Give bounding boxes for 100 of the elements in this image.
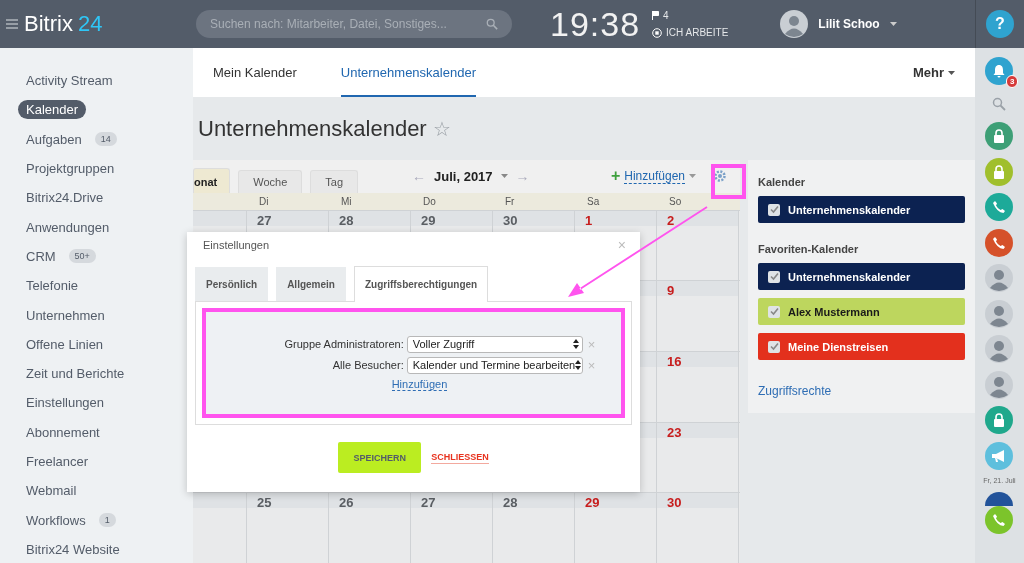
view-tab[interactable]: onat (193, 167, 231, 193)
day-cell[interactable]: 9 (657, 281, 739, 351)
date-number[interactable]: 9 (657, 283, 675, 299)
phone-icon[interactable] (985, 193, 1014, 221)
user-name[interactable]: Lilit Schoo (818, 17, 880, 31)
checkbox[interactable] (768, 203, 780, 216)
date-number[interactable]: 27 (411, 495, 436, 511)
search-field[interactable]: Suchen nach: Mitarbeiter, Datei, Sonstiges... (196, 10, 512, 38)
updown-arrows-icon (572, 339, 579, 349)
search-icon[interactable] (992, 96, 1007, 111)
day-cell[interactable]: 2 (657, 210, 739, 281)
save-button[interactable]: SPEICHERN (338, 442, 422, 473)
sidebar-item[interactable]: Bitrix24.Drive (18, 188, 112, 208)
field-label: Alle Besucher: (331, 359, 404, 371)
add-link[interactable]: Hinzufügen (624, 168, 685, 184)
access-rights-link[interactable]: Zugriffsrechte (758, 384, 832, 398)
day-cell[interactable]: 29 (575, 493, 657, 563)
date-number[interactable]: 29 (575, 495, 600, 511)
date-number[interactable]: 23 (657, 424, 682, 440)
date-number[interactable]: 29 (411, 212, 436, 228)
calendar-entry[interactable]: Alex Mustermann (758, 298, 965, 325)
tab[interactable]: Mein Kalender (213, 48, 297, 97)
weekday-label: Mi (340, 194, 353, 209)
sidebar-item[interactable]: Projektgruppen (18, 159, 123, 179)
checkbox[interactable] (768, 305, 780, 318)
dialog-tab[interactable]: Zugriffsberechtigungen (353, 266, 489, 302)
dialog-title: Einstellungen (203, 239, 270, 251)
sidebar-item[interactable]: Zeit und Berichte (18, 364, 133, 384)
plus-sign[interactable]: + (610, 167, 621, 186)
menu-icon[interactable] (6, 19, 18, 29)
day-cell[interactable]: 28 (493, 493, 575, 563)
caret-icon[interactable] (689, 174, 696, 179)
access-select[interactable]: Kalender und Termine bearbeiten (406, 356, 583, 374)
avatar-icon[interactable] (985, 299, 1014, 328)
day-cell[interactable]: 25 (247, 493, 329, 563)
date-number[interactable]: 16 (657, 354, 682, 369)
date-number[interactable]: 28 (329, 212, 354, 228)
lock-icon[interactable] (985, 157, 1014, 186)
calendar-entry[interactable]: Unternehmenskalender (758, 263, 965, 290)
phone-icon[interactable] (985, 228, 1014, 257)
checkbox[interactable] (768, 270, 780, 283)
lock-icon[interactable] (985, 406, 1014, 434)
sidebar-item[interactable]: Bitrix24 Website (18, 539, 128, 559)
field-label: Gruppe Administratoren: (283, 338, 404, 350)
sidebar-item[interactable]: Telefonie (18, 276, 87, 296)
logo-icon[interactable] (985, 491, 1014, 506)
checkbox[interactable] (768, 340, 780, 353)
help-button[interactable]: ? (986, 10, 1014, 38)
day-cell[interactable]: 23 (657, 422, 739, 493)
avatar-icon[interactable] (780, 10, 809, 38)
day-cell[interactable]: 27 (411, 493, 493, 563)
close-link[interactable]: SCHLIESSEN (431, 451, 489, 464)
lock-icon[interactable] (985, 122, 1014, 150)
month-selector[interactable]: Juli, 2017 (434, 168, 493, 184)
day-cell[interactable] (193, 493, 247, 563)
dialog-tab[interactable]: Persönlich (195, 267, 269, 301)
dialog-tab[interactable]: Allgemein (276, 267, 346, 301)
work-status[interactable]: ICH ARBEITE (666, 27, 729, 38)
day-cell[interactable]: 16 (657, 352, 739, 422)
sidebar-item[interactable]: Anwendungen (18, 217, 118, 237)
sidebar-item[interactable]: Workflows (18, 510, 94, 530)
notification-badge: 3 (1006, 75, 1019, 88)
sidebar-item[interactable]: Kalender (18, 100, 87, 120)
sidebar-item[interactable]: Freelancer (18, 452, 97, 471)
avatar-icon[interactable] (985, 335, 1014, 363)
avatar-icon[interactable] (985, 370, 1014, 399)
sidebar-item[interactable]: Unternehmen (18, 305, 113, 325)
sidebar-item[interactable]: Webmail (18, 481, 85, 501)
caret-icon[interactable] (500, 174, 508, 179)
calendar-entry[interactable]: Meine Dienstreisen (758, 333, 965, 360)
weekday-label: Di (258, 194, 270, 209)
bell-icon (992, 64, 1007, 78)
date-number[interactable]: 1 (575, 212, 593, 228)
avatar-icon[interactable] (985, 264, 1014, 292)
sidebar-item[interactable]: Activity Stream (18, 71, 121, 91)
day-cell[interactable]: 30 (657, 493, 739, 563)
date-number[interactable]: 2 (657, 212, 675, 228)
add-link[interactable]: Hinzufügen (391, 377, 448, 391)
count-badge: 50+ (68, 249, 96, 264)
sidebar-item[interactable]: Aufgaben (18, 129, 90, 149)
view-tab[interactable]: Woche (238, 169, 303, 193)
megaphone-icon[interactable] (985, 441, 1014, 470)
sidebar-item[interactable]: CRM (18, 246, 64, 266)
date-number[interactable]: 28 (493, 495, 518, 511)
access-select[interactable]: Voller Zugriff (406, 335, 583, 353)
more-menu[interactable]: Mehr (912, 48, 955, 97)
tab[interactable]: Unternehmenskalender (340, 48, 476, 97)
sidebar-item[interactable]: Offene Linien (18, 334, 112, 354)
date-number[interactable]: 25 (247, 495, 272, 511)
stop-icon[interactable] (652, 27, 663, 38)
date-number[interactable]: 30 (493, 212, 518, 228)
date-number[interactable]: 26 (329, 495, 354, 511)
sidebar-item[interactable]: Einstellungen (18, 393, 113, 413)
view-tab[interactable]: Tag (310, 169, 359, 193)
day-cell[interactable]: 26 (329, 493, 411, 563)
date-number[interactable]: 27 (247, 212, 272, 228)
date-number[interactable]: 30 (657, 495, 682, 511)
calendar-entry[interactable]: Unternehmenskalender (758, 196, 965, 223)
sidebar-item[interactable]: Abonnement (18, 422, 108, 442)
caret-icon[interactable] (889, 22, 897, 26)
